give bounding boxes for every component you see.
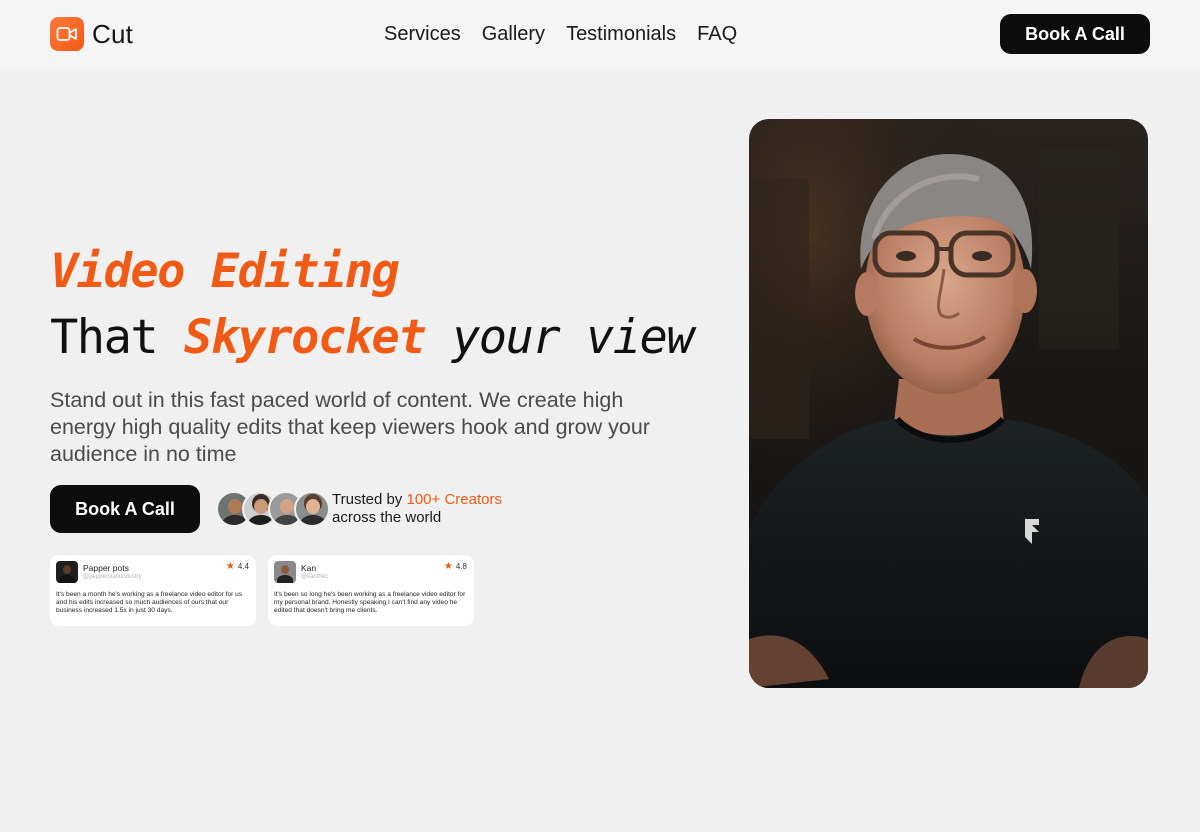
hero-book-call-button[interactable]: Book A Call (50, 485, 200, 533)
review-card: Kan @kanthec ★ 4.8 It's been so long he'… (268, 555, 474, 626)
main-nav: Services Gallery Testimonials FAQ (384, 21, 758, 47)
reviewer-handle: @kanthec (301, 574, 329, 580)
trusted-by-text: Trusted by 100+ Creators across the worl… (332, 491, 502, 527)
reviewer-name: Papper pots (83, 563, 129, 573)
review-text: It's been so long he's been working as a… (274, 591, 466, 615)
nav-testimonials[interactable]: Testimonials (566, 21, 676, 47)
star-icon: ★ (225, 561, 235, 572)
hero-subtitle: Stand out in this fast paced world of co… (50, 388, 650, 466)
trusted-prefix: Trusted by (332, 491, 407, 508)
trusted-suffix: across the world (332, 509, 442, 526)
hero-title-rest: your view (425, 310, 695, 365)
avatar (294, 491, 330, 527)
review-rating: ★ 4.8 (444, 561, 467, 572)
avatar (56, 561, 78, 583)
header-book-call-button[interactable]: Book A Call (1000, 14, 1150, 54)
avatar (274, 561, 296, 583)
reviewer-name: Kan (301, 563, 317, 573)
presenter-image (749, 119, 1148, 688)
trusted-highlight: 100+ Creators (406, 491, 502, 508)
nav-services[interactable]: Services (384, 21, 461, 47)
video-camera-icon (50, 17, 84, 51)
review-rating: ★ 4.4 (226, 561, 249, 572)
reviewer-handle: @pepperstarkindustry (83, 574, 142, 580)
review-text: It's been a month he's working as a free… (56, 591, 243, 615)
brand-name: Cut (92, 18, 134, 49)
star-icon: ★ (443, 561, 453, 572)
site-header: Cut Services Gallery Testimonials FAQ Bo… (0, 0, 1200, 68)
review-card: Papper pots @pepperstarkindustry ★ 4.4 I… (50, 555, 256, 626)
hero-title-line1: Video Editing (50, 244, 400, 299)
rating-value: 4.8 (455, 562, 467, 571)
hero-video[interactable] (749, 119, 1148, 688)
hero-title-accent: Skyrocket (183, 310, 427, 365)
nav-gallery[interactable]: Gallery (482, 21, 545, 47)
hero-title-line2: That Skyrocket your view (50, 310, 695, 365)
rating-value: 4.4 (237, 562, 249, 571)
creator-avatars (216, 491, 330, 527)
hero-title-that: That (50, 310, 184, 365)
brand-logo[interactable]: Cut (50, 17, 133, 51)
nav-faq[interactable]: FAQ (697, 21, 737, 47)
